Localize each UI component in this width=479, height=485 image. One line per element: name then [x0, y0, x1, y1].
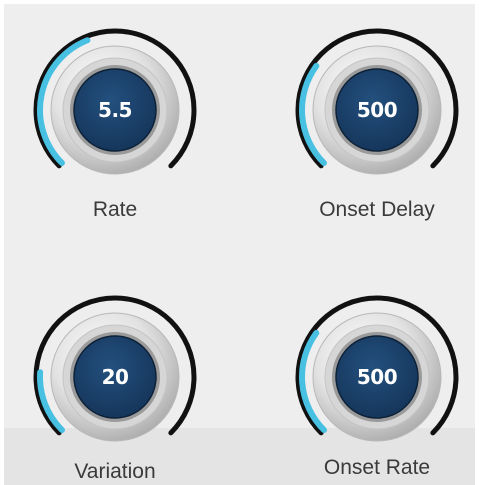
- onset-delay-label: Onset Delay: [319, 198, 435, 221]
- rate-knob[interactable]: 5.5: [25, 20, 205, 200]
- onset-rate-value-display: 500: [356, 365, 398, 389]
- plugin-panel: 5.5 Rate 500 Onset Delay 20 Variation 50…: [4, 4, 475, 485]
- rate-value-display: 5.5: [98, 98, 132, 122]
- variation-label: Variation: [74, 460, 156, 483]
- variation-value-display: 20: [101, 365, 129, 389]
- variation-knob[interactable]: 20: [25, 287, 205, 467]
- onset-delay-value-display: 500: [356, 98, 398, 122]
- onset-rate-label: Onset Rate: [323, 456, 431, 479]
- rate-label: Rate: [92, 198, 138, 221]
- onset-rate-knob[interactable]: 500: [287, 287, 467, 467]
- onset-delay-knob[interactable]: 500: [287, 20, 467, 200]
